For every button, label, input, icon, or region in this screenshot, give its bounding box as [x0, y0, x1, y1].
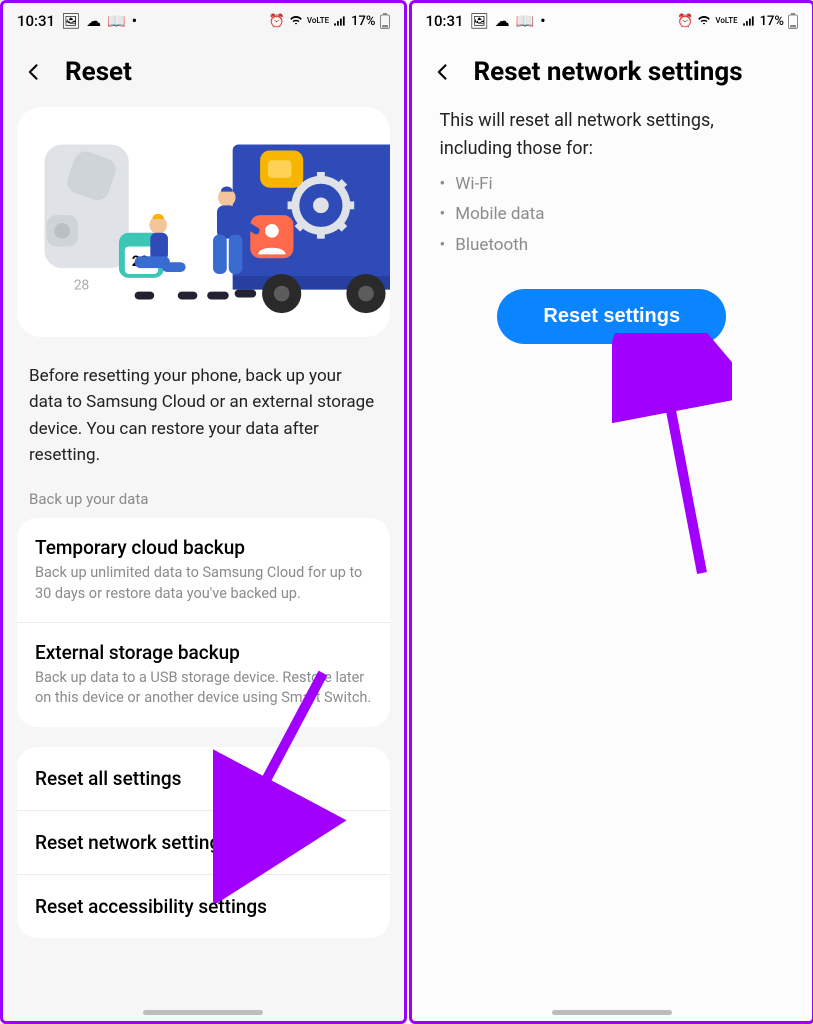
- status-bar: 10:31 🖼 ☁ 📖 • ⏰ VoLTE 17%: [3, 3, 404, 39]
- image-icon: 🖼: [470, 12, 489, 30]
- battery-icon: [788, 13, 798, 29]
- cloud-icon: ☁: [495, 12, 510, 30]
- status-time: 10:31: [426, 12, 464, 30]
- volte-icon: VoLTE: [715, 17, 737, 25]
- backup-list: Temporary cloud backup Back up unlimited…: [17, 518, 390, 726]
- bullet-dot-icon: [440, 169, 446, 200]
- home-indicator[interactable]: [552, 1010, 672, 1015]
- chevron-left-icon: [24, 62, 44, 82]
- reset-all-settings[interactable]: Reset all settings: [17, 747, 390, 810]
- reset-list: Reset all settings Reset network setting…: [17, 747, 390, 938]
- list-item-title: Reset network settings: [35, 831, 372, 854]
- external-storage-backup[interactable]: External storage backup Back up data to …: [17, 622, 390, 727]
- wifi-icon: [289, 14, 303, 28]
- status-bar: 10:31 🖼 ☁ 📖 • ⏰ VoLTE 17%: [412, 3, 813, 39]
- phone-right: 10:31 🖼 ☁ 📖 • ⏰ VoLTE 17% Reset network: [409, 0, 813, 1024]
- alarm-icon: ⏰: [269, 14, 285, 29]
- bullet-text: Wi-Fi: [455, 169, 492, 200]
- signal-icon: [333, 14, 347, 28]
- hero-svg: 28 28: [17, 107, 390, 337]
- status-time: 10:31: [17, 12, 55, 30]
- page-header: Reset: [3, 39, 404, 103]
- signal-icon: [742, 14, 756, 28]
- reset-bullet-list: Wi-Fi Mobile data Bluetooth: [412, 163, 813, 275]
- list-item-subtitle: Back up unlimited data to Samsung Cloud …: [35, 563, 372, 604]
- bullet-dot-icon: [440, 199, 446, 230]
- bullet-item: Bluetooth: [440, 230, 785, 261]
- list-item-title: Reset accessibility settings: [35, 895, 372, 918]
- list-item-title: Temporary cloud backup: [35, 536, 372, 559]
- reset-accessibility-settings[interactable]: Reset accessibility settings: [17, 874, 390, 938]
- hero-illustration: 28 28: [17, 107, 390, 337]
- image-icon: 🖼: [61, 12, 80, 30]
- page-title: Reset network settings: [474, 57, 743, 87]
- wifi-icon: [697, 14, 711, 28]
- backup-section-label: Back up your data: [3, 474, 404, 518]
- reset-description: This will reset all network settings, in…: [412, 103, 813, 163]
- book-icon: 📖: [516, 12, 535, 30]
- bullet-text: Mobile data: [455, 199, 544, 230]
- page-header: Reset network settings: [412, 39, 813, 103]
- alarm-icon: ⏰: [677, 14, 693, 29]
- battery-percent: 17%: [760, 14, 784, 29]
- home-indicator[interactable]: [143, 1010, 263, 1015]
- annotation-arrow-icon: [612, 333, 732, 593]
- chevron-left-icon: [433, 62, 453, 82]
- battery-icon: [380, 13, 390, 29]
- svg-text:28: 28: [74, 278, 89, 294]
- reset-settings-button[interactable]: Reset settings: [497, 289, 726, 344]
- phone-left: 10:31 🖼 ☁ 📖 • ⏰ VoLTE 17% Reset: [0, 0, 407, 1024]
- cloud-icon: ☁: [86, 12, 101, 30]
- page-title: Reset: [65, 57, 132, 87]
- battery-percent: 17%: [351, 14, 375, 29]
- dot-icon: •: [540, 12, 545, 30]
- dot-icon: •: [132, 12, 137, 30]
- bullet-item: Wi-Fi: [440, 169, 785, 200]
- temporary-cloud-backup[interactable]: Temporary cloud backup Back up unlimited…: [17, 518, 390, 622]
- back-button[interactable]: [432, 61, 454, 83]
- back-button[interactable]: [23, 61, 45, 83]
- bullet-item: Mobile data: [440, 199, 785, 230]
- bullet-text: Bluetooth: [455, 230, 528, 261]
- list-item-title: Reset all settings: [35, 767, 372, 790]
- intro-text: Before resetting your phone, back up you…: [3, 337, 404, 474]
- list-item-subtitle: Back up data to a USB storage device. Re…: [35, 668, 372, 709]
- volte-icon: VoLTE: [307, 17, 329, 25]
- list-item-title: External storage backup: [35, 641, 372, 664]
- reset-network-settings[interactable]: Reset network settings: [17, 810, 390, 874]
- book-icon: 📖: [107, 12, 126, 30]
- bullet-dot-icon: [440, 230, 446, 261]
